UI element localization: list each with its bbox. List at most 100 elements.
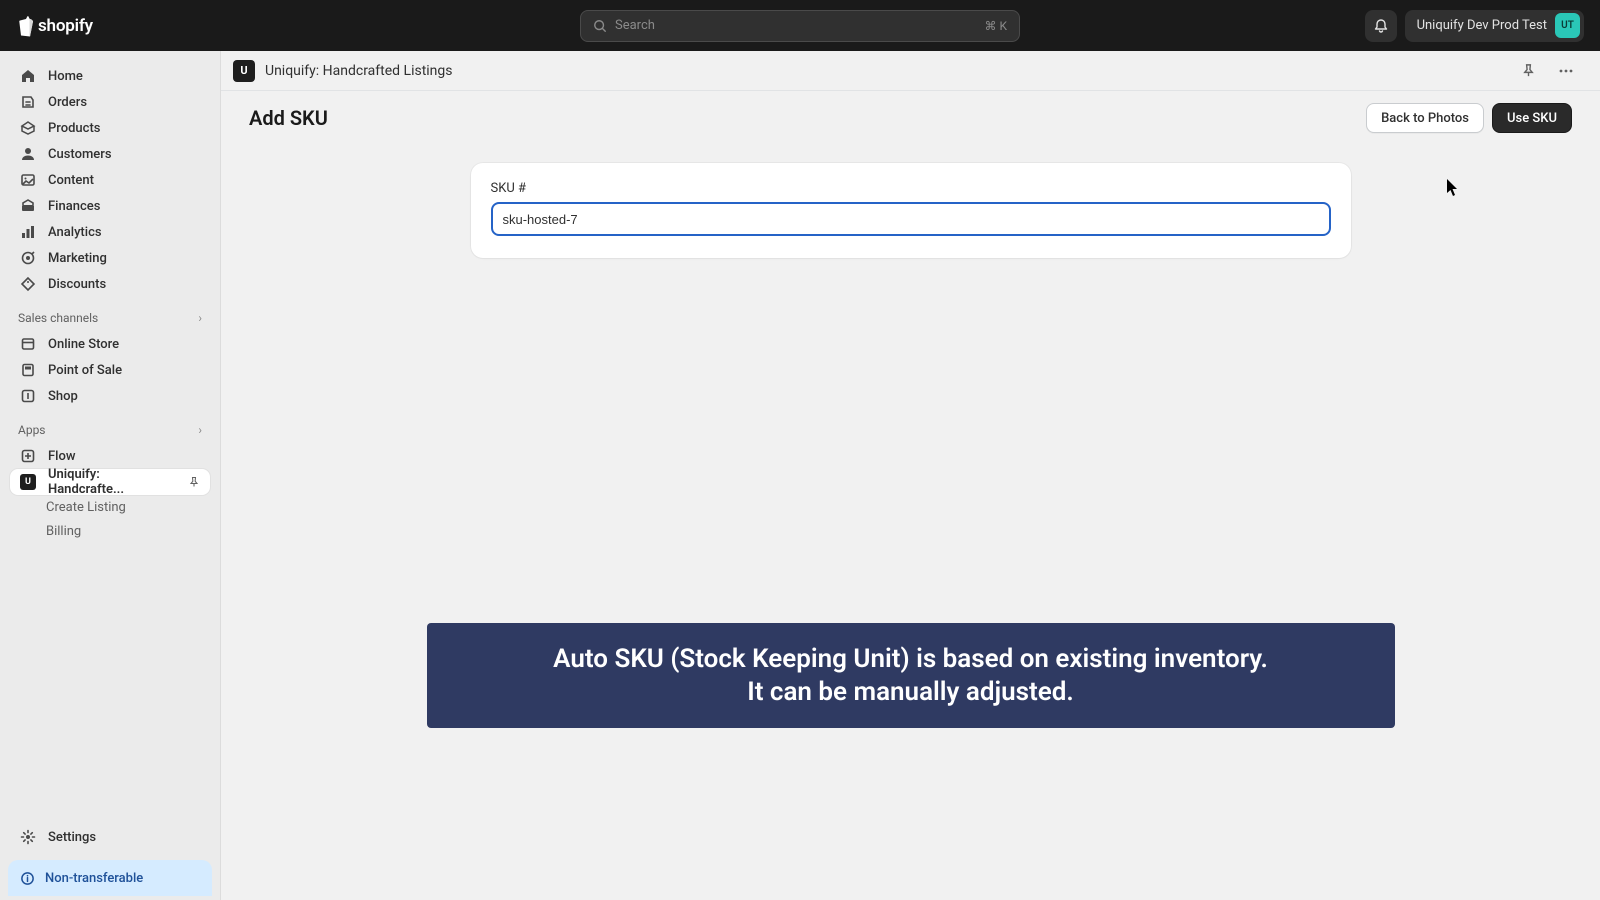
sidebar-item-home[interactable]: Home	[2, 63, 218, 89]
sidebar-item-uniquify-app[interactable]: U Uniquify: Handcrafte...	[10, 469, 210, 495]
sidebar-item-label: Marketing	[48, 251, 107, 266]
page-title: Add SKU	[249, 106, 328, 130]
sidebar-item-flow[interactable]: Flow	[2, 443, 218, 469]
brand-logo: shopify	[16, 15, 93, 37]
sidebar-sub-billing[interactable]: Billing	[0, 519, 220, 543]
store-icon	[20, 336, 36, 352]
app-icon-letter: U	[240, 64, 247, 77]
sku-input[interactable]	[491, 202, 1331, 236]
search-placeholder: Search	[607, 18, 984, 33]
sidebar-item-marketing[interactable]: Marketing	[2, 245, 218, 271]
app-bar-title: Uniquify: Handcrafted Listings	[265, 63, 453, 79]
section-label: Sales channels	[18, 311, 98, 325]
info-icon	[20, 871, 35, 886]
chevron-right-icon: ›	[198, 423, 202, 437]
sku-field-label: SKU #	[491, 181, 1331, 196]
section-label: Apps	[18, 423, 46, 437]
bell-icon	[1373, 18, 1389, 34]
sidebar-bottom: Settings Non-transferable	[0, 824, 220, 900]
sidebar-item-label: Content	[48, 173, 94, 188]
shop-icon	[20, 388, 36, 404]
section-apps[interactable]: Apps ›	[0, 409, 220, 443]
pos-icon	[20, 362, 36, 378]
button-label: Back to Photos	[1381, 111, 1469, 126]
main: U Uniquify: Handcrafted Listings Add SKU…	[220, 51, 1600, 900]
partner-badge-label: Non-transferable	[45, 871, 143, 886]
app-icon: U	[20, 474, 36, 490]
discounts-icon	[20, 276, 36, 292]
sidebar-item-products[interactable]: Products	[2, 115, 218, 141]
back-to-photos-button[interactable]: Back to Photos	[1366, 103, 1484, 133]
app-bar-pin-button[interactable]	[1514, 57, 1542, 85]
sidebar-item-customers[interactable]: Customers	[2, 141, 218, 167]
flow-icon	[20, 448, 36, 464]
button-label: Use SKU	[1507, 111, 1557, 126]
use-sku-button[interactable]: Use SKU	[1492, 103, 1572, 133]
sidebar-item-label: Point of Sale	[48, 363, 122, 378]
global-search[interactable]: Search ⌘ K	[580, 10, 1020, 42]
orders-icon	[20, 94, 36, 110]
pin-icon	[1521, 63, 1536, 78]
shopify-bag-icon	[16, 15, 36, 37]
store-name: Uniquify Dev Prod Test	[1417, 18, 1547, 33]
analytics-icon	[20, 224, 36, 240]
sidebar-item-finances[interactable]: Finances	[2, 193, 218, 219]
sidebar-item-label: Flow	[48, 449, 76, 464]
sidebar-item-pos[interactable]: Point of Sale	[2, 357, 218, 383]
page-actions: Back to Photos Use SKU	[1366, 103, 1572, 133]
topbar: shopify Search ⌘ K Uniquify Dev Prod Tes…	[0, 0, 1600, 51]
app-bar-icon: U	[233, 60, 255, 82]
gear-icon	[20, 829, 36, 845]
sidebar-sub-create-listing[interactable]: Create Listing	[0, 495, 220, 519]
banner-line-2: It can be manually adjusted.	[451, 676, 1371, 709]
sidebar-item-label: Customers	[48, 147, 112, 162]
sidebar-sub-label: Create Listing	[46, 500, 126, 515]
sidebar-item-settings[interactable]: Settings	[2, 824, 218, 850]
partner-badge[interactable]: Non-transferable	[8, 860, 212, 896]
sidebar-item-label: Online Store	[48, 337, 119, 352]
sidebar-item-discounts[interactable]: Discounts	[2, 271, 218, 297]
sidebar-item-label: Settings	[48, 830, 96, 845]
sidebar-item-content[interactable]: Content	[2, 167, 218, 193]
sidebar-item-label: Uniquify: Handcrafte...	[48, 467, 176, 497]
sidebar: Home Orders Products Customers Content F…	[0, 51, 220, 900]
brand-name: shopify	[38, 16, 93, 36]
page: Add SKU Back to Photos Use SKU SKU # Aut…	[221, 91, 1600, 740]
customers-icon	[20, 146, 36, 162]
sidebar-item-online-store[interactable]: Online Store	[2, 331, 218, 357]
sku-card: SKU #	[471, 163, 1351, 258]
sidebar-item-orders[interactable]: Orders	[2, 89, 218, 115]
pin-icon[interactable]	[188, 476, 200, 488]
avatar: UT	[1555, 13, 1580, 38]
store-switcher[interactable]: Uniquify Dev Prod Test UT	[1405, 10, 1584, 42]
sidebar-item-label: Home	[48, 69, 83, 84]
search-icon	[593, 19, 607, 33]
notifications-button[interactable]	[1365, 10, 1397, 42]
page-header: Add SKU Back to Photos Use SKU	[249, 103, 1572, 133]
topbar-right: Uniquify Dev Prod Test UT	[1365, 10, 1584, 42]
sidebar-sub-label: Billing	[46, 524, 81, 539]
content-icon	[20, 172, 36, 188]
sidebar-item-label: Orders	[48, 95, 87, 110]
sidebar-item-label: Analytics	[48, 225, 102, 240]
sidebar-item-analytics[interactable]: Analytics	[2, 219, 218, 245]
info-banner: Auto SKU (Stock Keeping Unit) is based o…	[427, 623, 1395, 728]
app-bar: U Uniquify: Handcrafted Listings	[221, 51, 1600, 91]
search-shortcut: ⌘ K	[984, 19, 1007, 33]
app-bar-more-button[interactable]	[1552, 57, 1580, 85]
banner-line-1: Auto SKU (Stock Keeping Unit) is based o…	[451, 643, 1371, 676]
more-horizontal-icon	[1558, 63, 1574, 79]
sidebar-item-label: Shop	[48, 389, 78, 404]
section-sales-channels[interactable]: Sales channels ›	[0, 297, 220, 331]
shell: Home Orders Products Customers Content F…	[0, 51, 1600, 900]
sidebar-item-label: Finances	[48, 199, 100, 214]
chevron-right-icon: ›	[198, 311, 202, 325]
sidebar-item-shop[interactable]: Shop	[2, 383, 218, 409]
finances-icon	[20, 198, 36, 214]
home-icon	[20, 68, 36, 84]
sidebar-item-label: Discounts	[48, 277, 106, 292]
marketing-icon	[20, 250, 36, 266]
products-icon	[20, 120, 36, 136]
sidebar-item-label: Products	[48, 121, 100, 136]
avatar-initials: UT	[1561, 20, 1574, 31]
